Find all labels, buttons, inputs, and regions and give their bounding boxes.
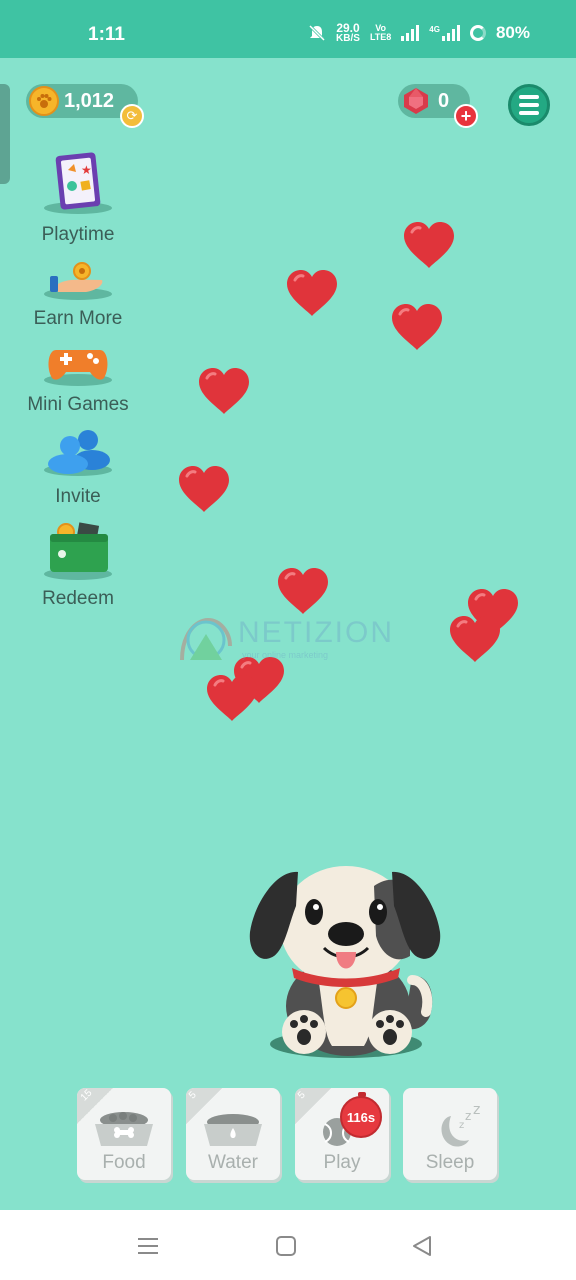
water-button[interactable]: 5 Water [186, 1088, 280, 1180]
coin-refresh-icon[interactable]: ⟳ [120, 104, 144, 128]
watermark-globe-icon [180, 617, 232, 661]
coin-count: 1,012 [64, 90, 115, 112]
watermark: NETIZION your online marketing [178, 614, 398, 666]
side-item-mini-games[interactable]: Mini Games [18, 344, 138, 424]
volte-indicator: Vo LTE8 [369, 23, 392, 42]
net-speed: 29.0 KB/S [336, 21, 360, 44]
menu-button[interactable] [508, 84, 550, 126]
heart-icon [450, 616, 500, 662]
play-cooldown-timer: 116s [340, 1092, 382, 1138]
side-item-playtime[interactable]: ★ Playtime [18, 150, 138, 250]
battery-icon [469, 25, 486, 41]
svg-text:z: z [465, 1109, 471, 1123]
gamepad-icon [48, 350, 108, 380]
signal-icon [401, 25, 420, 41]
battery-level: 80% [495, 23, 530, 42]
watermark-subtitle: your online marketing [242, 650, 329, 660]
heart-icon [392, 304, 442, 350]
add-gems-button[interactable]: + [454, 104, 478, 128]
earn-hand-coin-icon [50, 262, 103, 292]
wallet-icon [50, 522, 108, 572]
svg-text:z: z [473, 1106, 480, 1118]
recent-apps-icon[interactable] [136, 1234, 160, 1258]
heart-icon [179, 466, 229, 512]
food-button[interactable]: 15 Food [77, 1088, 171, 1180]
sleep-button[interactable]: z z z Sleep [403, 1088, 497, 1180]
back-icon[interactable] [410, 1234, 434, 1258]
status-icons: 29.0 KB/S Vo LTE8 4G 80% [308, 22, 530, 44]
heart-icon [199, 368, 249, 414]
food-bowl-icon [95, 1112, 153, 1146]
heart-icon [287, 270, 337, 316]
water-bowl-icon [204, 1114, 262, 1146]
puppy-pet[interactable] [244, 856, 448, 1064]
side-item-earn-more[interactable]: Earn More [18, 262, 138, 342]
signal-4g-icon: 4G [429, 25, 460, 41]
heart-icon [278, 568, 328, 614]
hamburger-icon [519, 95, 539, 99]
paw-coin-icon [29, 86, 59, 116]
home-icon[interactable] [274, 1234, 298, 1258]
mute-bell-icon [308, 24, 326, 42]
side-item-redeem[interactable]: Redeem [18, 522, 138, 610]
side-item-invite[interactable]: Invite [18, 428, 138, 512]
svg-text:z: z [459, 1120, 464, 1131]
ruby-gem-icon [404, 88, 428, 114]
side-drawer-handle[interactable] [0, 84, 10, 184]
playtime-tablet-icon: ★ [55, 152, 101, 210]
moon-sleep-icon: z z z [441, 1106, 480, 1147]
status-time: 1:11 [88, 24, 125, 45]
heart-icon [207, 675, 257, 721]
system-nav-bar [0, 1210, 576, 1280]
status-bar: 1:11 29.0 KB/S Vo LTE8 4G 80% [0, 0, 576, 58]
heart-icon [404, 222, 454, 268]
gem-count: 0 [438, 90, 450, 112]
svg-text:★: ★ [81, 163, 92, 177]
watermark-text: NETIZION [238, 616, 394, 649]
people-icon [48, 430, 110, 474]
